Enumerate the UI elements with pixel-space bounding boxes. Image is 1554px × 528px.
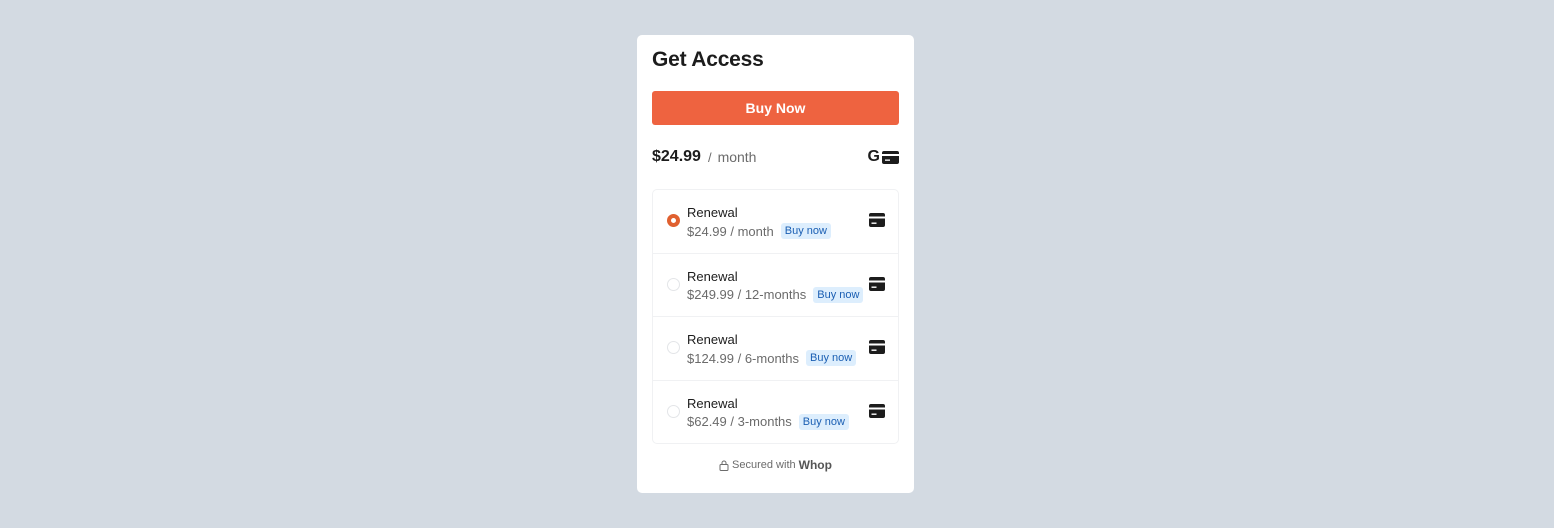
payment-methods: G <box>868 149 899 165</box>
plan-price: $24.99 / month <box>687 223 774 239</box>
credit-card-icon <box>869 276 885 291</box>
price-summary: $24.99 / month G <box>652 146 899 168</box>
buy-now-badge[interactable]: Buy now <box>798 413 849 430</box>
secured-text: Secured with <box>732 459 796 471</box>
plan-radio[interactable] <box>667 214 680 227</box>
credit-card-icon <box>869 403 885 418</box>
plan-name: Renewal <box>687 395 738 411</box>
google-pay-icon: G <box>867 148 880 165</box>
plan-radio[interactable] <box>667 341 680 354</box>
plan-radio[interactable] <box>667 404 680 418</box>
secured-footer: Secured with Whop <box>637 458 914 472</box>
buy-now-badge[interactable]: Buy now <box>813 286 864 303</box>
page-title: Get Access <box>652 48 764 71</box>
plan-price: $249.99 / 12-months <box>687 287 807 302</box>
plan-option[interactable]: Renewal $24.99 / month Buy now <box>653 190 898 254</box>
plan-price: $62.49 / 3-months <box>687 414 792 429</box>
buy-now-badge[interactable]: Buy now <box>780 223 831 239</box>
buy-now-button[interactable]: Buy Now <box>652 91 899 125</box>
whop-brand: Whop <box>798 458 832 472</box>
credit-card-icon <box>869 213 885 227</box>
buy-now-badge[interactable]: Buy now <box>806 350 857 366</box>
plan-radio[interactable] <box>667 277 680 291</box>
price-separator: / <box>707 149 712 165</box>
price-period: month <box>717 149 757 165</box>
plan-list: Renewal $24.99 / month Buy now Renewal $… <box>652 189 899 444</box>
plan-price: $124.99 / 6-months <box>687 350 800 366</box>
plan-name: Renewal <box>687 205 738 220</box>
plan-name: Renewal <box>687 268 738 284</box>
credit-card-icon <box>882 150 899 164</box>
plan-option[interactable]: Renewal $124.99 / 6-months Buy now <box>653 317 898 381</box>
plan-option[interactable]: Renewal $249.99 / 12-months Buy now <box>653 254 898 317</box>
lock-icon <box>719 460 729 471</box>
price-amount: $24.99 <box>652 148 701 165</box>
credit-card-icon <box>869 340 885 354</box>
plan-option[interactable]: Renewal $62.49 / 3-months Buy now <box>653 381 898 444</box>
plan-name: Renewal <box>687 332 738 347</box>
checkout-card: Get Access Buy Now $24.99 / month G Rene… <box>637 35 914 493</box>
